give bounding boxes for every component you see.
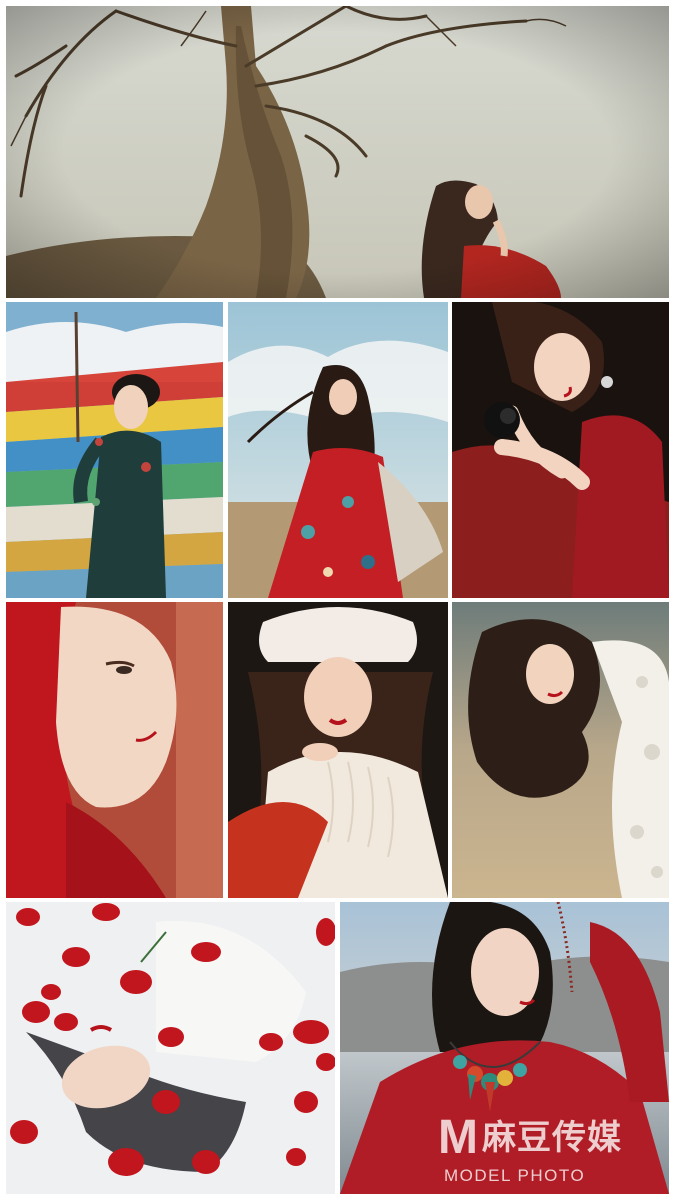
photo-red-headscarf[interactable] [6,602,223,898]
photo-sequin-dress-rose-image [452,302,669,598]
photo-tree-woman[interactable] [6,6,669,298]
photo-lace-dress[interactable] [452,602,669,898]
photo-rose-petal-bath[interactable] [6,902,335,1194]
photo-windblown-red-dress[interactable] [228,302,448,598]
photo-prayer-flags-image [6,302,223,598]
photo-lace-dress-image [452,602,669,898]
photo-collage: M 麻豆传媒 MODEL PHOTO [0,0,675,1200]
photo-beaded-necklace[interactable] [340,902,669,1194]
photo-rose-petal-bath-image [6,902,335,1194]
photo-fur-hat-sweater[interactable] [228,602,448,898]
photo-windblown-red-dress-image [228,302,448,598]
photo-prayer-flags[interactable] [6,302,223,598]
photo-fur-hat-sweater-image [228,602,448,898]
photo-sequin-dress-rose[interactable] [452,302,669,598]
photo-tree-woman-image [6,6,669,298]
photo-red-headscarf-image [6,602,223,898]
photo-beaded-necklace-image [340,902,669,1194]
